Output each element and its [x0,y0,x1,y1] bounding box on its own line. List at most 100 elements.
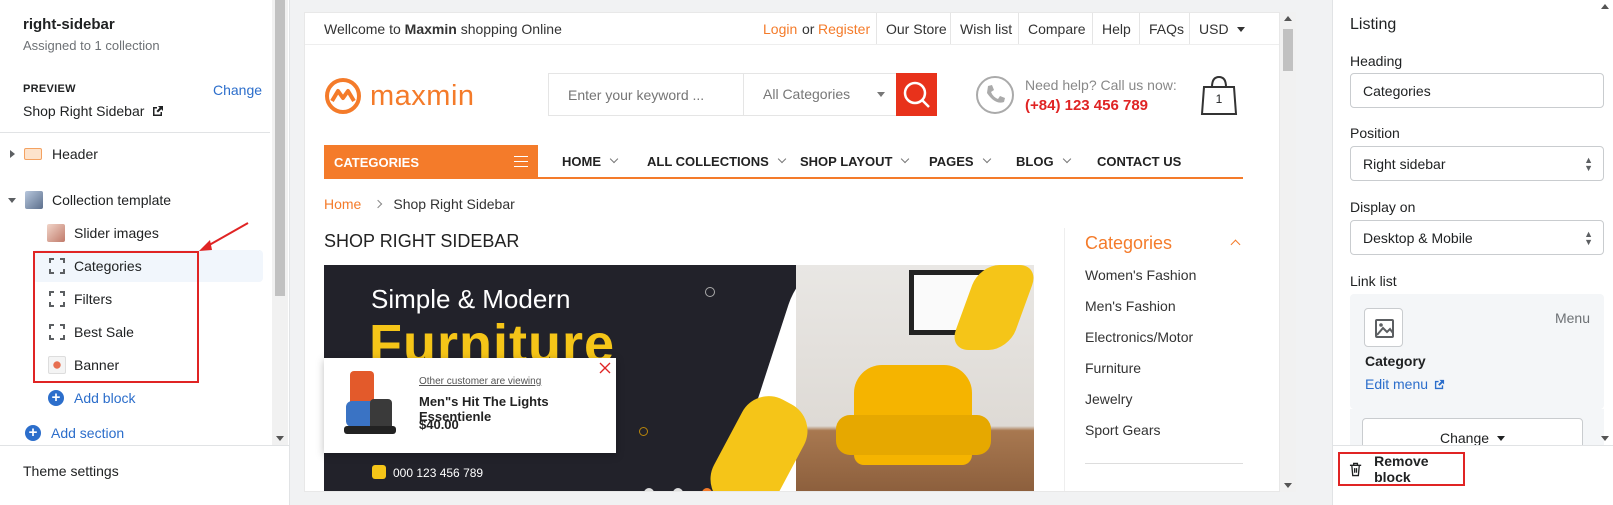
nav-blog-label: BLOG [1016,153,1054,169]
search-button[interactable] [896,73,937,116]
sidebar-divider [1064,228,1065,491]
preview-label: PREVIEW [23,83,76,95]
page-heading: SHOP RIGHT SIDEBAR [324,231,520,251]
theme-settings-link[interactable]: Theme settings [23,463,119,479]
slider-dot[interactable] [644,488,654,491]
divider [1189,13,1190,44]
section-header[interactable]: Header [0,138,270,170]
annotation-arrow-icon [199,222,249,251]
heading-input[interactable] [1350,73,1604,108]
scrollbar-thumb[interactable] [275,0,285,296]
breadcrumb-home[interactable]: Home [324,196,361,212]
caret-right-icon [10,150,15,158]
panel-scrollbar[interactable] [1597,0,1613,445]
block-slider-label: Slider images [74,225,159,241]
popup-viewing-text[interactable]: Other customer are viewing [419,376,541,387]
store-preview: Wellcome to Maxmin shopping Online Login… [304,12,1280,492]
sidebar-category-link[interactable]: Jewelry [1085,391,1132,407]
chevron-down-icon [982,154,991,164]
chevron-up-icon[interactable] [1230,239,1241,250]
main-nav: HOME ALL COLLECTIONS SHOP LAYOUT PAGES B… [538,145,1243,177]
nav-item-pages[interactable]: PAGES [929,145,991,177]
add-block-button[interactable]: + Add block [0,382,270,414]
nav-item-blog[interactable]: BLOG [1016,145,1071,177]
display-on-value: Desktop & Mobile [1363,229,1473,246]
change-preview-link[interactable]: Change [213,82,262,98]
edit-menu-label: Edit menu [1365,376,1429,392]
scroll-down-icon[interactable] [1601,436,1609,441]
nav-underline [324,177,1243,179]
scrollbar-thumb[interactable] [1283,29,1293,71]
sidebar-category-link[interactable]: Men's Fashion [1085,298,1176,314]
add-section-label: Add section [51,425,125,441]
sidebar-category-link[interactable]: Sport Gears [1085,422,1160,438]
plus-circle-icon: + [48,390,64,406]
help-phone[interactable]: (+84) 123 456 789 [1025,97,1148,114]
close-icon[interactable] [598,361,612,375]
edit-menu-link[interactable]: Edit menu [1365,376,1445,392]
topbar-link-faqs[interactable]: FAQs [1149,21,1184,37]
external-link-icon [1434,379,1445,389]
nav-item-all-collections[interactable]: ALL COLLECTIONS [647,145,787,177]
currency-select[interactable]: USD [1199,21,1245,37]
nav-contact-label: CONTACT US [1097,153,1182,169]
sales-popup[interactable]: Other customer are viewing Men"s Hit The… [324,358,616,453]
slider-dot-active[interactable] [702,488,712,491]
login-link[interactable]: Login [763,21,797,37]
currency-value: USD [1199,21,1229,37]
cart-button[interactable]: 1 [1199,74,1239,116]
topbar-link-our-store[interactable]: Our Store [886,21,947,37]
section-collection-template[interactable]: Collection template [0,184,270,216]
scroll-up-icon[interactable] [1601,4,1609,9]
panel-title: Listing [1350,16,1397,33]
nav-item-shop-layout[interactable]: SHOP LAYOUT [800,145,910,177]
search-input[interactable] [549,74,744,115]
preview-value[interactable]: Shop Right Sidebar [23,103,164,119]
banner-phone: 000 123 456 789 [393,466,484,480]
divider [1018,13,1019,44]
or-text: or [802,21,815,37]
categories-menu[interactable]: CATEGORIES [324,145,538,178]
nav-item-contact-us[interactable]: CONTACT US [1097,145,1181,177]
sidebar-category-link[interactable]: Furniture [1085,360,1141,376]
section-collection-label: Collection template [52,192,172,208]
sidebar-category-link[interactable]: Electronics/Motor [1085,329,1193,345]
topbar-link-wish-list[interactable]: Wish list [960,21,1012,37]
topbar-link-help[interactable]: Help [1102,21,1131,37]
display-on-select[interactable]: Desktop & Mobile ▲ ▼ [1350,220,1604,255]
phone-icon [976,76,1014,114]
yellow-chair-seat [836,415,991,455]
category-select[interactable]: All Categories [763,86,850,102]
topbar-link-compare[interactable]: Compare [1028,21,1086,37]
scroll-up-icon[interactable] [1284,16,1292,21]
decor-circle [639,427,648,436]
welcome-suffix: shopping Online [460,21,562,37]
highlight-box [33,251,199,383]
chevron-right-icon [374,199,383,209]
search-bar: All Categories [548,73,897,116]
preview-scrollbar[interactable] [1280,12,1296,492]
popup-product-image [340,371,400,441]
cart-count: 1 [1215,92,1223,106]
decor-circle [705,287,715,297]
plus-circle-icon: + [25,425,41,441]
slider-dot[interactable] [673,488,683,491]
sidebar-category-link[interactable]: Women's Fashion [1085,267,1196,283]
image-placeholder-icon [1364,308,1403,347]
nav-item-home[interactable]: HOME [562,145,619,177]
phone-badge-icon [372,465,386,479]
position-value: Right sidebar [1363,155,1446,172]
scrollbar[interactable] [272,0,288,445]
register-link[interactable]: Register [818,21,870,37]
divider [1092,13,1093,44]
heading-label: Heading [1350,53,1403,69]
store-logo[interactable]: maxmin [324,77,475,115]
remove-block-button[interactable]: Remove block [1338,452,1465,486]
scroll-down-icon[interactable] [276,436,284,441]
search-icon [903,81,930,108]
position-select[interactable]: Right sidebar ▲ ▼ [1350,146,1604,181]
preview-area: Wellcome to Maxmin shopping Online Login… [290,0,1332,505]
scroll-down-icon[interactable] [1284,483,1292,488]
divider [0,132,270,133]
